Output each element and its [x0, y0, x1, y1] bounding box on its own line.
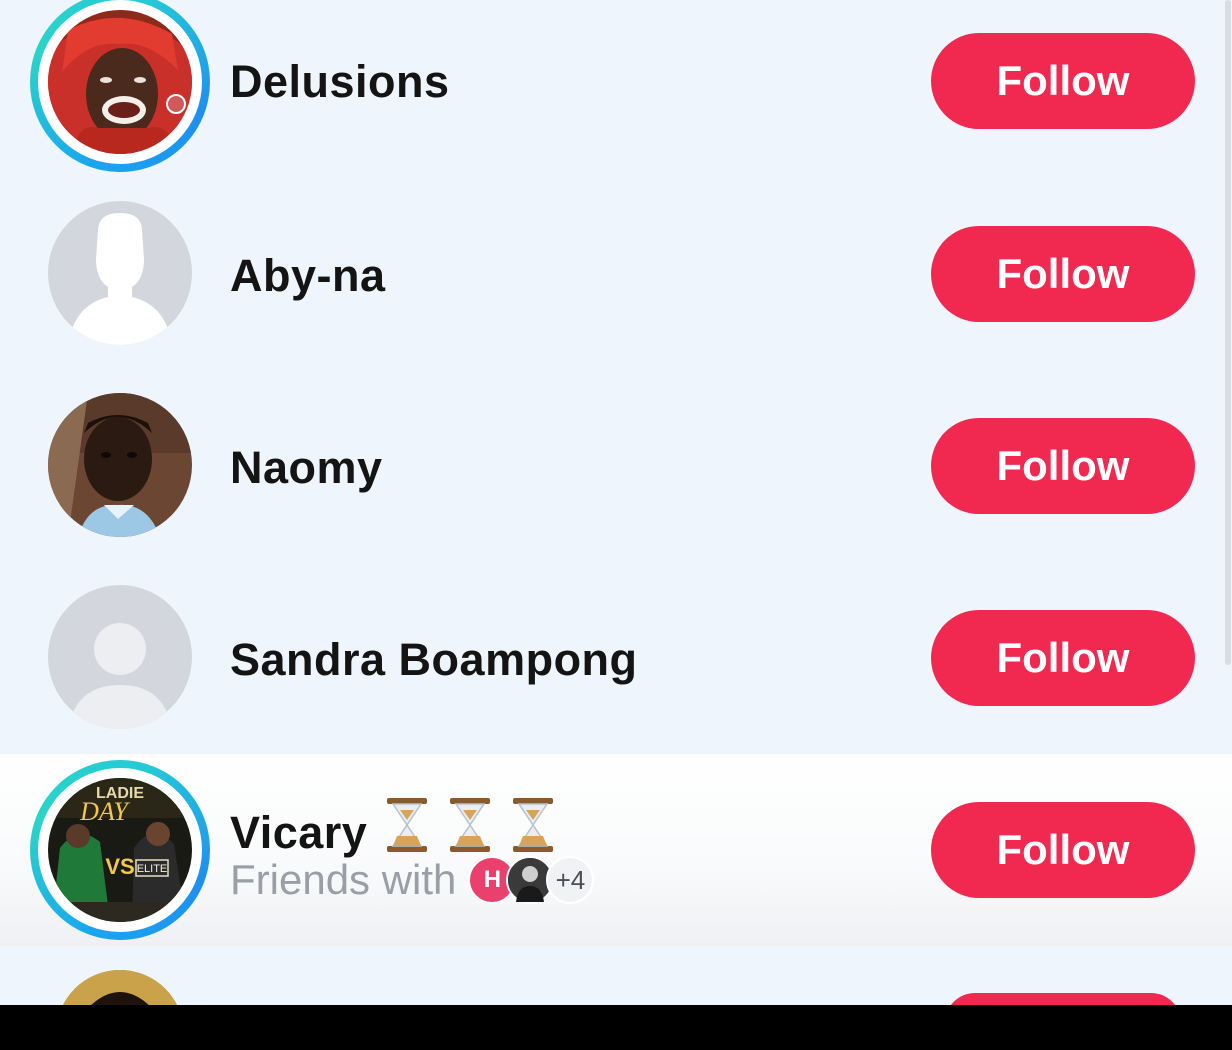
- user-row-vicary[interactable]: LADIE DAY VS ELITE Vicary Friends with H: [0, 754, 1232, 946]
- follow-button[interactable]: Follow: [931, 418, 1195, 514]
- poster-vs-text: VS: [105, 854, 134, 879]
- follow-button[interactable]: Follow: [931, 33, 1195, 129]
- story-ring[interactable]: LADIE DAY VS ELITE: [30, 760, 210, 940]
- avatar-partial: [56, 970, 184, 1005]
- username[interactable]: Vicary: [230, 796, 555, 865]
- username-text: Vicary: [230, 807, 368, 858]
- follow-button[interactable]: Follow: [931, 226, 1195, 322]
- mutual-friends-line[interactable]: Friends with H +4: [230, 856, 595, 904]
- username[interactable]: Delusions: [230, 56, 450, 108]
- hourglass-emoji: [385, 796, 555, 865]
- poster-elite-text: ELITE: [137, 863, 168, 875]
- more-friends-count: +4: [546, 856, 595, 904]
- scrollbar[interactable]: [1225, 0, 1231, 665]
- follow-button[interactable]: Follow: [931, 610, 1195, 706]
- user-row-sandra-boampong[interactable]: Sandra Boampong Follow: [0, 562, 1232, 754]
- default-avatar-silhouette-icon: [48, 201, 192, 345]
- user-row-naomy[interactable]: Naomy Follow: [0, 370, 1232, 562]
- avatar-delusions: [48, 10, 192, 154]
- follow-button-partial[interactable]: [945, 993, 1181, 1005]
- bottom-bar: [0, 1005, 1232, 1050]
- user-row-aby-na[interactable]: Aby-na Follow: [0, 178, 1232, 370]
- friends-with-label: Friends with: [230, 856, 457, 903]
- poster-day-text: DAY: [79, 797, 130, 826]
- user-row-delusions[interactable]: Delusions Follow: [0, 0, 1232, 178]
- username[interactable]: Aby-na: [230, 250, 386, 302]
- avatar-vicary-poster: LADIE DAY VS ELITE: [48, 778, 192, 922]
- default-avatar-person-icon: [48, 585, 192, 729]
- username[interactable]: Naomy: [230, 442, 383, 494]
- story-ring[interactable]: [30, 0, 210, 172]
- avatar-naomy: [48, 393, 192, 537]
- follow-button[interactable]: Follow: [931, 802, 1195, 898]
- username[interactable]: Sandra Boampong: [230, 634, 638, 686]
- suggested-accounts-list: Delusions Follow Aby-na Follow Naomy Fol…: [0, 0, 1232, 1005]
